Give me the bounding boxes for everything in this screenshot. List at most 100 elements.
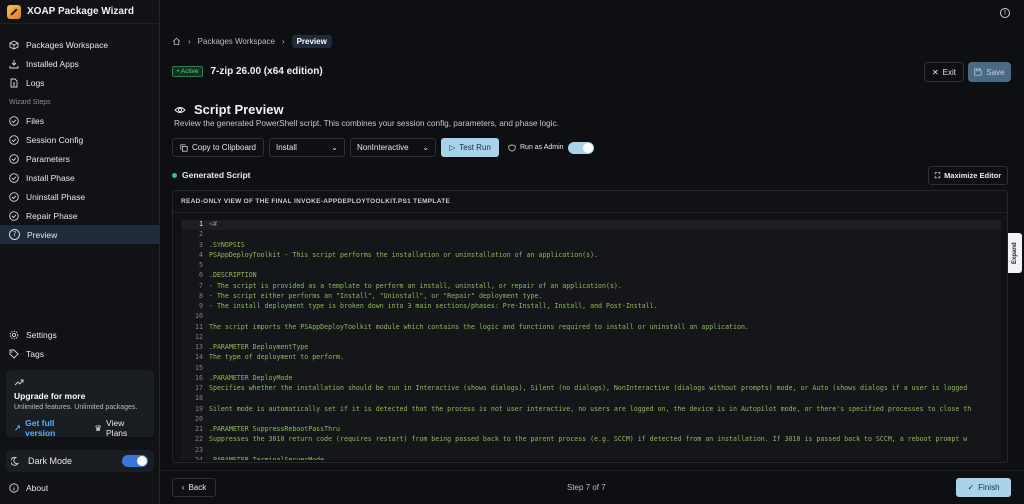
- sidebar-step-preview[interactable]: 7 Preview: [0, 225, 159, 244]
- line-number: 5: [199, 261, 203, 269]
- shield-icon: [508, 143, 516, 152]
- wizard-footer: ‹ Back Step 7 of 7 ✓ Finish: [160, 470, 1024, 504]
- line-number: 8: [199, 291, 203, 300]
- code-line: 6 .DESCRIPTION: [181, 271, 1001, 281]
- save-button[interactable]: Save: [968, 62, 1011, 82]
- code-line: 2: [181, 230, 1001, 240]
- line-number: 2: [199, 230, 203, 239]
- sidebar-step-session-config[interactable]: Session Config: [0, 130, 159, 149]
- code-line: 8 - The script either performs an "Instal…: [181, 292, 1001, 302]
- sidebar-step-parameters[interactable]: Parameters: [0, 149, 159, 168]
- brand: XOAP Package Wizard: [0, 0, 159, 24]
- sidebar-item-tags[interactable]: Tags: [0, 344, 160, 363]
- line-number: 4: [199, 250, 203, 259]
- breadcrumb: › Packages Workspace › Preview: [172, 35, 332, 48]
- check-circle-icon: [9, 115, 19, 126]
- sidebar-bottom: Settings Tags: [0, 325, 160, 363]
- section-description: Review the generated PowerShell script. …: [174, 119, 559, 128]
- code-line: 23: [181, 446, 1001, 456]
- sidebar-step-label: Files: [26, 115, 44, 126]
- code-text: .DESCRIPTION: [209, 271, 257, 280]
- section-title-text: Script Preview: [194, 102, 284, 117]
- sidebar-item-packages-workspace[interactable]: Packages Workspace: [0, 35, 159, 54]
- upgrade-subtitle: Unlimited features. Unlimited packages.: [14, 404, 138, 411]
- get-full-version-link[interactable]: ↗ Get full version: [14, 418, 84, 438]
- exit-button[interactable]: ✕ Exit: [924, 62, 964, 82]
- test-run-button[interactable]: ▷ Test Run: [441, 138, 499, 157]
- code-area[interactable]: 1 <# 2 3 .SYNOPSIS 4 PSAppDeployToolkit - This…: [181, 220, 1001, 460]
- upgrade-card: Upgrade for more Unlimited features. Unl…: [6, 370, 154, 438]
- deploy-mode-value: NonInteractive: [357, 143, 409, 152]
- code-text: - The script either performs an "Install…: [209, 291, 543, 300]
- sidebar-step-repair-phase[interactable]: Repair Phase: [0, 206, 159, 225]
- line-number: 14: [195, 353, 203, 362]
- code-line: 14 The type of deployment to perform.: [181, 353, 1001, 363]
- sidebar: XOAP Package Wizard Packages Workspace I…: [0, 0, 160, 504]
- code-line: 1 <#: [181, 220, 1001, 231]
- home-icon[interactable]: [172, 37, 181, 46]
- external-arrow-icon: ↗: [14, 422, 22, 433]
- gear-icon: [9, 330, 19, 339]
- line-number: 7: [199, 281, 203, 290]
- deploy-mode-select[interactable]: NonInteractive ⌄: [350, 138, 436, 157]
- sidebar-item-installed-apps[interactable]: Installed Apps: [0, 54, 159, 73]
- line-number: 13: [195, 343, 203, 351]
- line-number: 24: [195, 455, 203, 460]
- line-number: 15: [195, 363, 203, 372]
- editor-header: READ-ONLY VIEW OF THE FINAL INVOKE-APPDE…: [173, 191, 1007, 213]
- check-circle-icon: [9, 191, 19, 202]
- back-button[interactable]: ‹ Back: [172, 478, 216, 497]
- chevron-right-icon: ›: [188, 37, 191, 46]
- sidebar-item-about[interactable]: About: [9, 483, 48, 493]
- breadcrumb-packages-workspace[interactable]: Packages Workspace: [198, 37, 275, 46]
- check-circle-icon: [9, 134, 19, 145]
- sidebar-item-settings[interactable]: Settings: [0, 325, 160, 344]
- line-number: 6: [199, 271, 203, 280]
- finish-button[interactable]: ✓ Finish: [956, 478, 1011, 497]
- line-number: 17: [195, 384, 203, 392]
- sidebar-step-label: Uninstall Phase: [26, 191, 86, 202]
- trend-up-icon: [14, 379, 24, 386]
- code-text: Specifies whether the installation shoul…: [209, 384, 968, 392]
- run-as-admin-label: Run as Admin: [520, 144, 564, 151]
- exit-label: Exit: [942, 67, 957, 77]
- code-text: The script imports the PSAppDeployToolki…: [209, 322, 749, 331]
- tag-icon: [9, 349, 19, 359]
- dark-mode-toggle[interactable]: [122, 455, 148, 467]
- get-full-version-label: Get full version: [25, 418, 56, 438]
- view-plans-link[interactable]: ♛ View Plans: [94, 418, 146, 438]
- status-dot: [172, 172, 177, 178]
- deployment-type-select[interactable]: Install ⌄: [269, 138, 345, 157]
- wizard-steps-heading: Wizard Steps: [9, 99, 51, 106]
- sidebar-step-files[interactable]: Files: [0, 111, 159, 130]
- sidebar-step-install-phase[interactable]: Install Phase: [0, 168, 159, 187]
- crown-icon: ♛: [94, 422, 103, 433]
- sidebar-item-logs[interactable]: Logs: [0, 73, 159, 92]
- sidebar-item-label: Settings: [26, 329, 57, 340]
- box-icon: [9, 39, 19, 50]
- code-line: 5: [181, 261, 1001, 271]
- about-label: About: [26, 483, 49, 493]
- sidebar-item-label: Packages Workspace: [26, 39, 109, 50]
- copy-to-clipboard-button[interactable]: Copy to Clipboard: [172, 138, 264, 157]
- code-text: <#: [209, 220, 217, 228]
- sidebar-step-uninstall-phase[interactable]: Uninstall Phase: [0, 187, 159, 206]
- expand-tab[interactable]: Expand: [1008, 233, 1022, 273]
- line-number: 19: [195, 404, 203, 413]
- info-icon: [9, 483, 19, 493]
- sidebar-item-label: Tags: [26, 348, 44, 359]
- eye-icon: [174, 106, 186, 113]
- sidebar-step-label: Install Phase: [26, 172, 75, 183]
- code-line: 10: [181, 312, 1001, 322]
- test-run-label: Test Run: [459, 143, 491, 152]
- code-line: 15: [181, 364, 1001, 374]
- help-icon[interactable]: !: [1000, 8, 1010, 18]
- step-number-badge: 7: [9, 229, 20, 240]
- deployment-type-value: Install: [276, 143, 297, 152]
- dark-mode-label: Dark Mode: [28, 456, 73, 466]
- line-number: 12: [195, 332, 203, 341]
- run-as-admin-toggle[interactable]: [567, 141, 594, 154]
- step-indicator: Step 7 of 7: [567, 483, 606, 492]
- line-number: 21: [195, 425, 203, 433]
- maximize-editor-button[interactable]: ⛶ Maximize Editor: [928, 166, 1008, 185]
